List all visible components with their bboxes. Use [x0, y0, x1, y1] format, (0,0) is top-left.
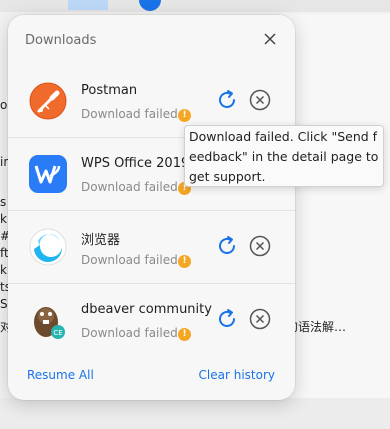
download-status: Download failed: [81, 180, 178, 194]
background-bottom-area: [0, 398, 390, 429]
download-status: Download failed: [81, 326, 178, 340]
download-item-dbeaver: CE dbeaver community Download failed !: [8, 284, 295, 356]
remove-button[interactable]: [248, 88, 272, 112]
postman-app-icon: [28, 81, 68, 121]
refresh-icon: [219, 236, 235, 254]
tooltip-text: Download failed. Click "Send feedback" i…: [189, 129, 379, 184]
browser-app-icon: [28, 227, 68, 267]
download-status: Download failed: [81, 253, 178, 267]
retry-button[interactable]: [215, 307, 239, 331]
dbeaver-app-icon: CE: [28, 300, 68, 340]
retry-button[interactable]: [215, 234, 239, 258]
app-name: 浏览器: [81, 233, 121, 248]
error-tooltip: Download failed. Click "Send feedback" i…: [184, 125, 384, 187]
close-button[interactable]: [262, 31, 278, 47]
warning-icon[interactable]: !: [178, 328, 191, 341]
svg-text:CE: CE: [53, 329, 62, 337]
clear-history-button[interactable]: Clear history: [199, 368, 275, 382]
background-text-fragment: s: [0, 195, 7, 209]
download-item-browser: 浏览器 Download failed !: [8, 211, 295, 284]
background-text-fragment: k: [0, 212, 7, 226]
warning-icon[interactable]: !: [178, 109, 191, 122]
close-circle-icon: [249, 235, 271, 257]
background-window-top: [0, 0, 390, 12]
downloads-panel: Downloads Postman Download failed ! WPS …: [8, 15, 295, 400]
app-name: dbeaver community: [81, 302, 212, 317]
resume-all-button[interactable]: Resume All: [27, 368, 94, 382]
wps-office-app-icon: [28, 154, 68, 194]
panel-footer: Resume All Clear history: [8, 356, 295, 400]
app-name: WPS Office 2019 F: [81, 156, 201, 171]
background-text-fragment: k: [0, 263, 7, 277]
background-text-fragment: S: [0, 297, 8, 311]
warning-icon[interactable]: !: [178, 255, 191, 268]
close-circle-icon: [249, 308, 271, 330]
download-status: Download failed: [81, 107, 178, 121]
background-text-snippet: 的语法解…: [286, 320, 347, 334]
app-name: Postman: [81, 83, 138, 98]
retry-button[interactable]: [215, 88, 239, 112]
close-icon: [264, 33, 276, 45]
download-list: Postman Download failed ! WPS Office 201…: [8, 65, 295, 356]
remove-button[interactable]: [248, 234, 272, 258]
background-content-area: [280, 14, 390, 398]
close-circle-icon: [249, 89, 271, 111]
background-selected-tab: [68, 0, 108, 10]
background-text-fragment: o: [0, 98, 8, 112]
refresh-icon: [219, 309, 235, 327]
remove-button[interactable]: [248, 307, 272, 331]
panel-title: Downloads: [25, 33, 97, 48]
refresh-icon: [219, 90, 235, 108]
